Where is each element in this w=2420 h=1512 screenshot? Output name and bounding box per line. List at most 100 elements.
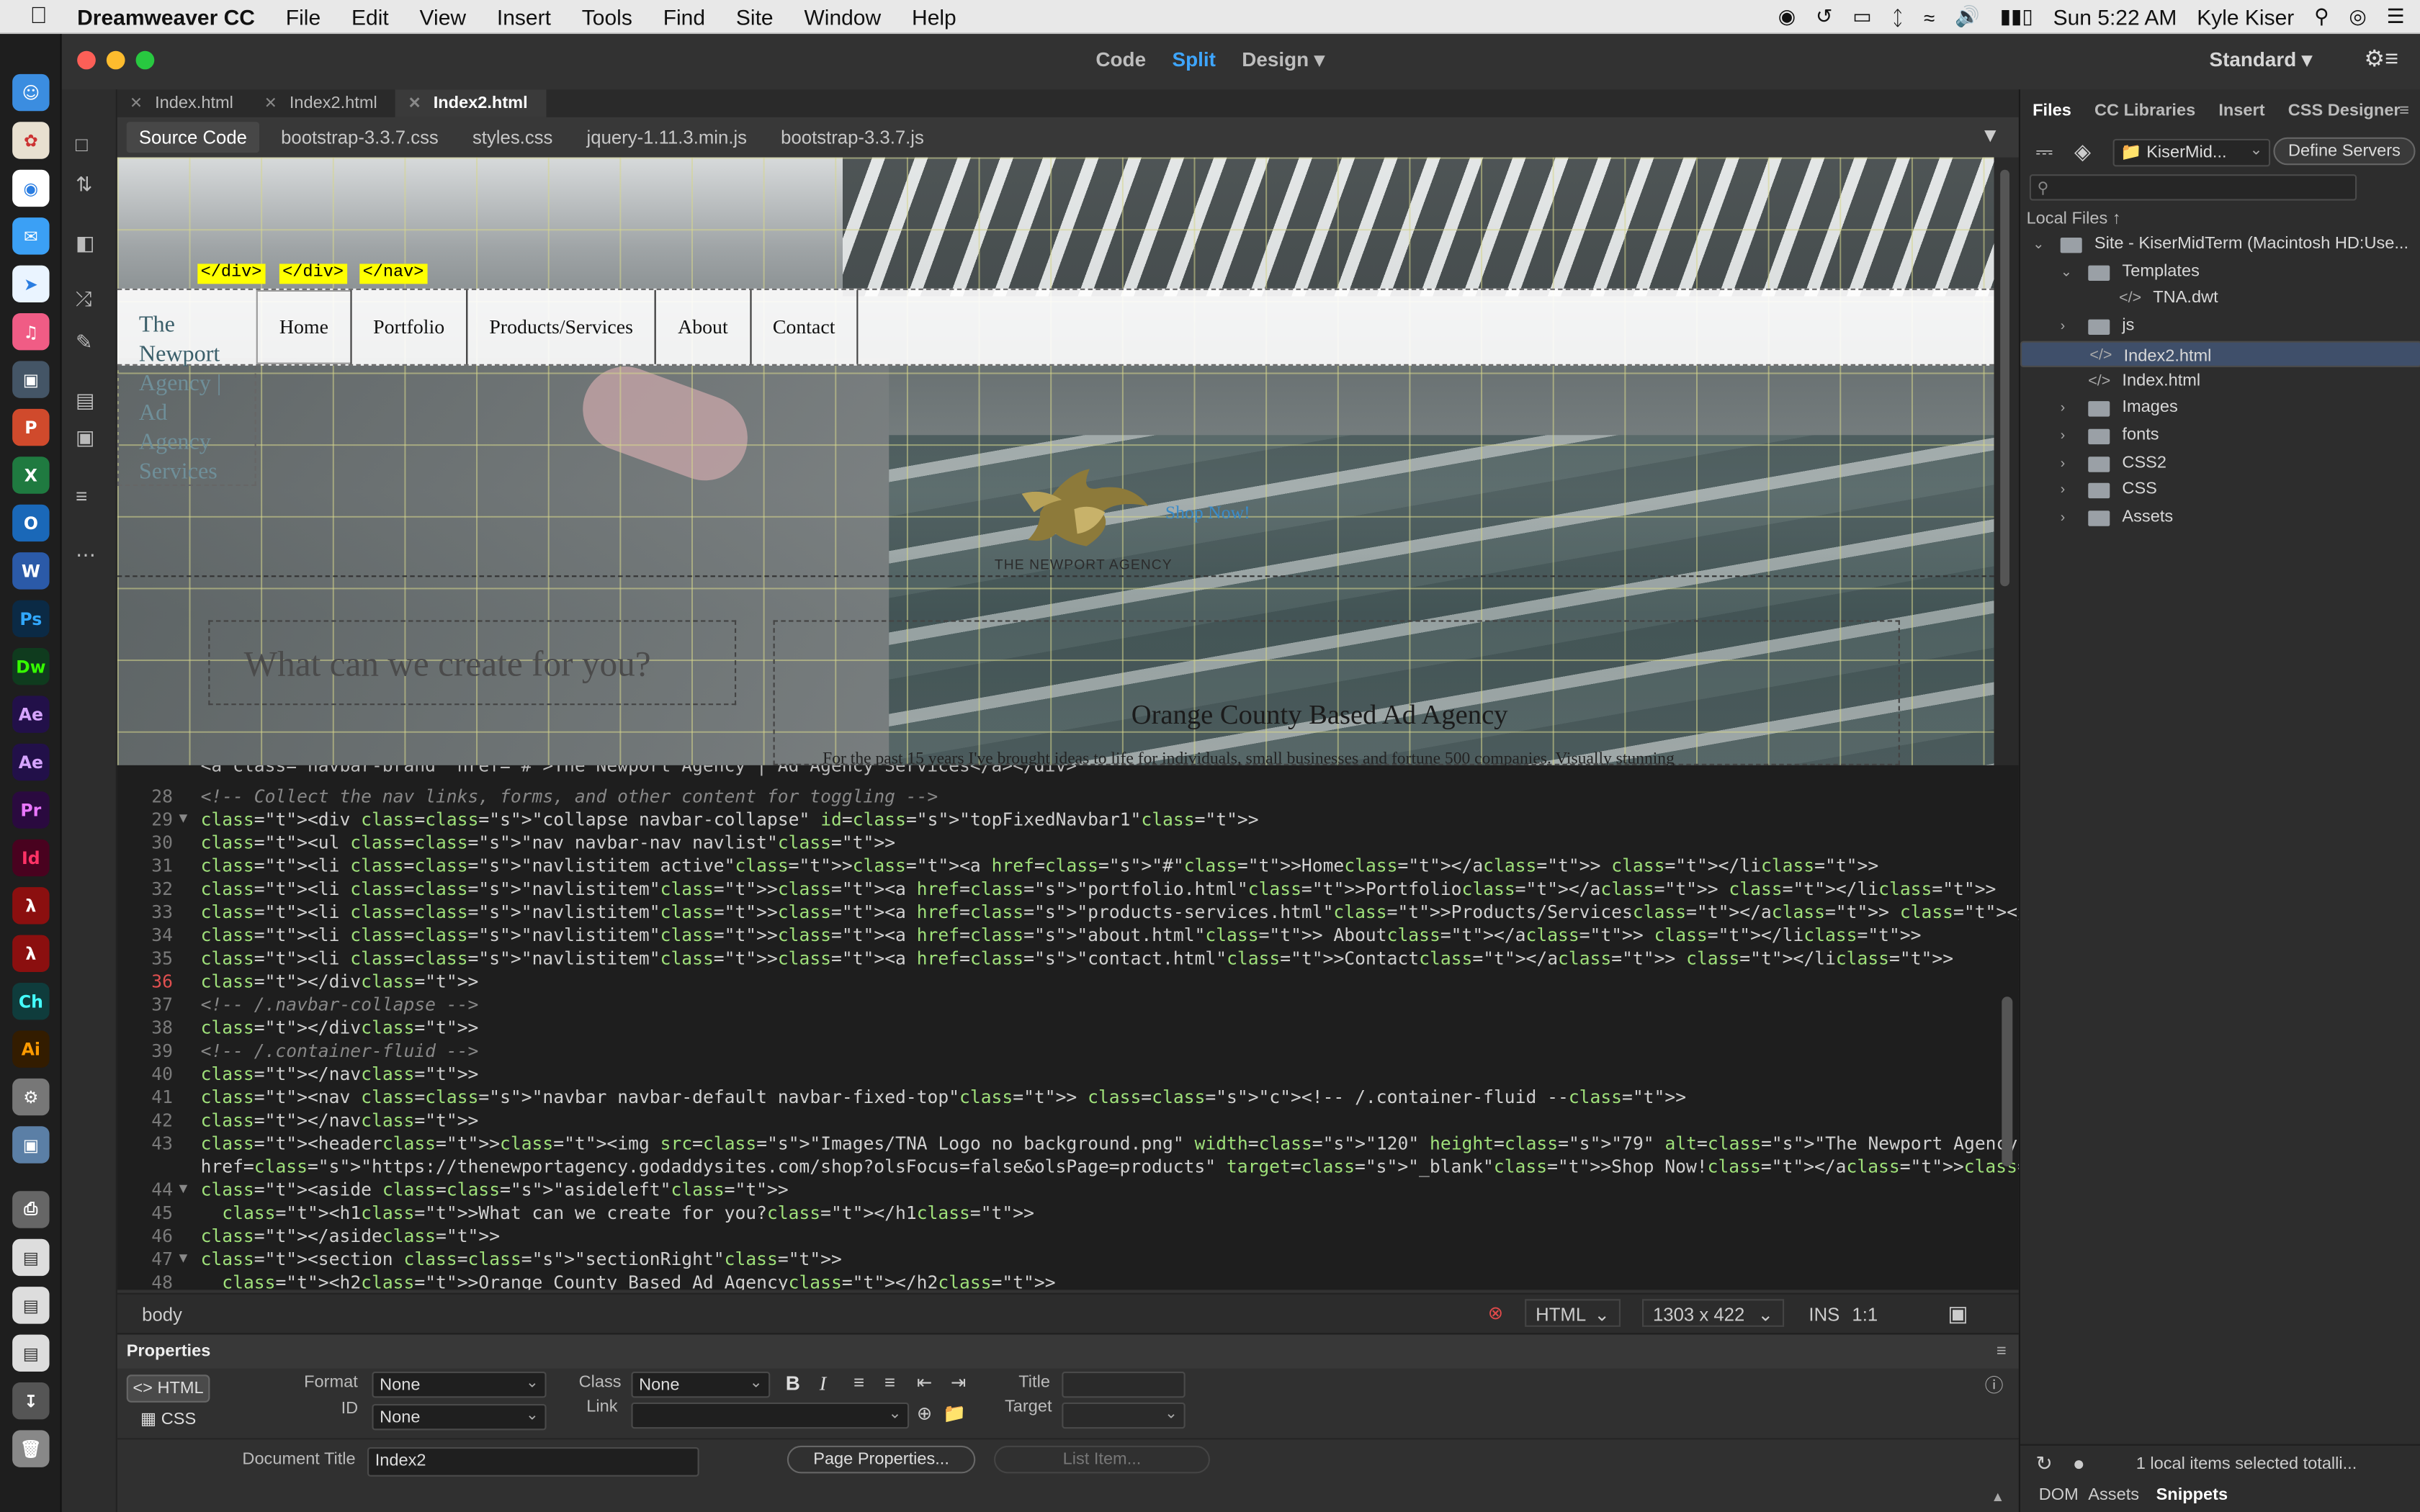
airplay-icon[interactable]: ▭ <box>1852 4 1871 29</box>
ordered-list-icon[interactable]: ≡ <box>884 1372 895 1393</box>
files-tab[interactable]: Files <box>2033 102 2071 130</box>
expand-arrow-icon[interactable]: › <box>2061 477 2065 503</box>
menubar-user[interactable]: Kyle Kiser <box>2197 4 2294 29</box>
expand-arrow-icon[interactable]: › <box>2061 395 2065 421</box>
outlook-icon[interactable]: O <box>12 504 50 542</box>
after-effects-2-icon[interactable]: Ae <box>12 743 50 781</box>
id-select[interactable]: None ⌄ <box>372 1403 547 1431</box>
browse-folder-icon[interactable]: 📁 <box>943 1403 966 1424</box>
indesign-icon[interactable]: Id <box>12 839 50 877</box>
file-icon[interactable]: ▤ <box>12 1334 50 1372</box>
language-select[interactable]: HTML ⌄ <box>1525 1299 1621 1327</box>
menu-find[interactable]: Find <box>663 4 705 28</box>
dreamweaver-icon[interactable]: Dw <box>12 648 50 685</box>
fold-toggle-icon[interactable]: ▼ <box>179 1248 188 1272</box>
close-tab-icon[interactable]: ✕ <box>408 95 421 112</box>
close-window-icon[interactable] <box>77 50 96 70</box>
system-preferences-icon[interactable]: ⚙ <box>12 1078 50 1116</box>
css-designer-tab[interactable]: CSS Designer <box>2288 102 2401 130</box>
wifi-icon[interactable]: ≈ <box>1924 6 1935 29</box>
code-view[interactable]: <a class="navbar-brand" href="#">The New… <box>117 765 2019 1290</box>
menu-window[interactable]: Window <box>804 4 881 28</box>
acrobat-icon[interactable]: λ <box>12 887 50 924</box>
bluetooth-icon[interactable]: ᛨ <box>1891 6 1904 29</box>
itunes-icon[interactable]: ♫ <box>12 313 50 351</box>
local-files-header[interactable]: Local Files ↑ <box>2027 210 2121 228</box>
filter-icon[interactable]: ▼ <box>1981 123 2001 146</box>
target-select[interactable]: ⌄ <box>1062 1402 1186 1429</box>
code-scrollbar[interactable] <box>2002 996 2013 1166</box>
cc-libraries-tab[interactable]: CC Libraries <box>2094 102 2195 130</box>
list-item-button[interactable]: List Item... <box>994 1445 1210 1474</box>
assets-tab[interactable]: Assets <box>2088 1486 2139 1505</box>
refresh-icon[interactable]: ↻ <box>2035 1452 2052 1476</box>
doc-tab[interactable]: ✕ Index2.html <box>252 89 396 117</box>
site-select[interactable]: 📁 KiserMid... ⌄ <box>2112 138 2271 167</box>
spotlight-icon[interactable]: ⚲ <box>2314 4 2329 29</box>
insert-tab[interactable]: Insert <box>2218 102 2264 130</box>
help-icon[interactable]: ⓘ <box>1985 1372 2004 1398</box>
format-source-icon[interactable]: ≡ <box>76 485 87 508</box>
finder-icon[interactable]: ☺ <box>12 73 50 112</box>
design-scrollbar[interactable] <box>1994 157 2019 765</box>
css-mode-button[interactable]: ▦ CSS <box>127 1407 210 1435</box>
design-view[interactable]: </div> </div> </nav> The Newport Agency … <box>117 157 1994 765</box>
menu-edit[interactable]: Edit <box>351 4 389 28</box>
resize-corner-icon[interactable]: ▲ <box>1991 1489 2004 1504</box>
acrobat-2-icon[interactable]: λ <box>12 935 50 972</box>
comment-icon[interactable]: ▤ <box>76 389 94 413</box>
fold-toggle-icon[interactable]: ▼ <box>179 809 188 832</box>
zoom-window-icon[interactable] <box>135 50 155 70</box>
div-end-tag[interactable]: </div> <box>279 264 347 284</box>
code-view-button[interactable]: Code <box>1095 48 1146 72</box>
more-tools-icon[interactable]: ⋯ <box>76 543 96 567</box>
doc-tab[interactable]: ✕ Index.html <box>117 89 252 117</box>
photoshop-icon[interactable]: Ps <box>12 600 50 637</box>
powerpoint-icon[interactable]: P <box>12 408 50 446</box>
page-properties-button[interactable]: Page Properties... <box>786 1445 976 1474</box>
app-menu[interactable]: Dreamweaver CC <box>77 4 255 28</box>
menu-insert[interactable]: Insert <box>497 4 551 28</box>
nav-item-contact[interactable]: Contact <box>749 289 859 364</box>
file-tree-item[interactable]: ⌄ Templates <box>2020 258 2420 284</box>
file-management-icon[interactable]: ⇅ <box>76 173 92 197</box>
related-file-tab[interactable]: styles.css <box>460 122 565 153</box>
customize-icon[interactable]: ✎ <box>76 330 92 355</box>
tag-selector-body[interactable]: body <box>142 1304 182 1326</box>
format-select[interactable]: None ⌄ <box>372 1372 547 1398</box>
expand-arrow-icon[interactable]: › <box>2061 313 2065 339</box>
file-tree-item[interactable]: › CSS <box>2020 477 2420 503</box>
snippets-tab[interactable]: Snippets <box>2156 1486 2228 1505</box>
premiere-icon[interactable]: Pr <box>12 791 50 829</box>
related-file-tab[interactable]: jquery-1.11.3.min.js <box>574 122 759 153</box>
nav-item-products-services[interactable]: Products/Services <box>466 289 657 364</box>
nav-item-about[interactable]: About <box>654 289 751 364</box>
design-view-button[interactable]: Design ▾ <box>1242 48 1325 72</box>
sync-settings-icon[interactable]: ⚙≡ <box>2364 45 2398 72</box>
workspace-switcher[interactable]: Standard ▾ <box>2210 48 2312 72</box>
file-tree-item[interactable]: › CSS2 <box>2020 450 2420 476</box>
apple-icon[interactable]:  <box>0 3 77 29</box>
menu-file[interactable]: File <box>286 4 321 28</box>
excel-icon[interactable]: X <box>12 456 50 494</box>
title-input[interactable] <box>1062 1372 1186 1398</box>
notification-center-icon[interactable]: ☰ <box>2387 4 2405 29</box>
window-size-select[interactable]: 1303 x 422 ⌄ <box>1642 1299 1785 1327</box>
link-input[interactable]: ⌄ <box>631 1402 910 1429</box>
outdent-icon[interactable]: ⇤ <box>917 1372 933 1393</box>
photos-icon[interactable]: ✿ <box>12 122 50 159</box>
document-title-input[interactable]: Index2 <box>367 1446 699 1477</box>
siri-icon[interactable]: ◎ <box>2349 4 2366 29</box>
preview-device-icon[interactable]: ▣ <box>1948 1300 1968 1326</box>
file-tree-item[interactable]: </> Index.html <box>2020 368 2420 394</box>
minimize-window-icon[interactable] <box>106 50 125 70</box>
close-tab-icon[interactable]: ✕ <box>264 95 277 112</box>
expand-arrow-icon[interactable]: › <box>2061 450 2065 476</box>
define-servers-button[interactable]: Define Servers <box>2273 137 2416 166</box>
git-icon[interactable]: ◈ <box>2074 139 2091 165</box>
messages-icon[interactable]: ✉ <box>12 217 50 255</box>
chrome-icon[interactable]: ◉ <box>12 169 50 207</box>
expand-arrow-icon[interactable]: › <box>2061 423 2065 449</box>
section-right[interactable] <box>773 620 1900 765</box>
html-mode-button[interactable]: <> HTML <box>126 1374 210 1403</box>
